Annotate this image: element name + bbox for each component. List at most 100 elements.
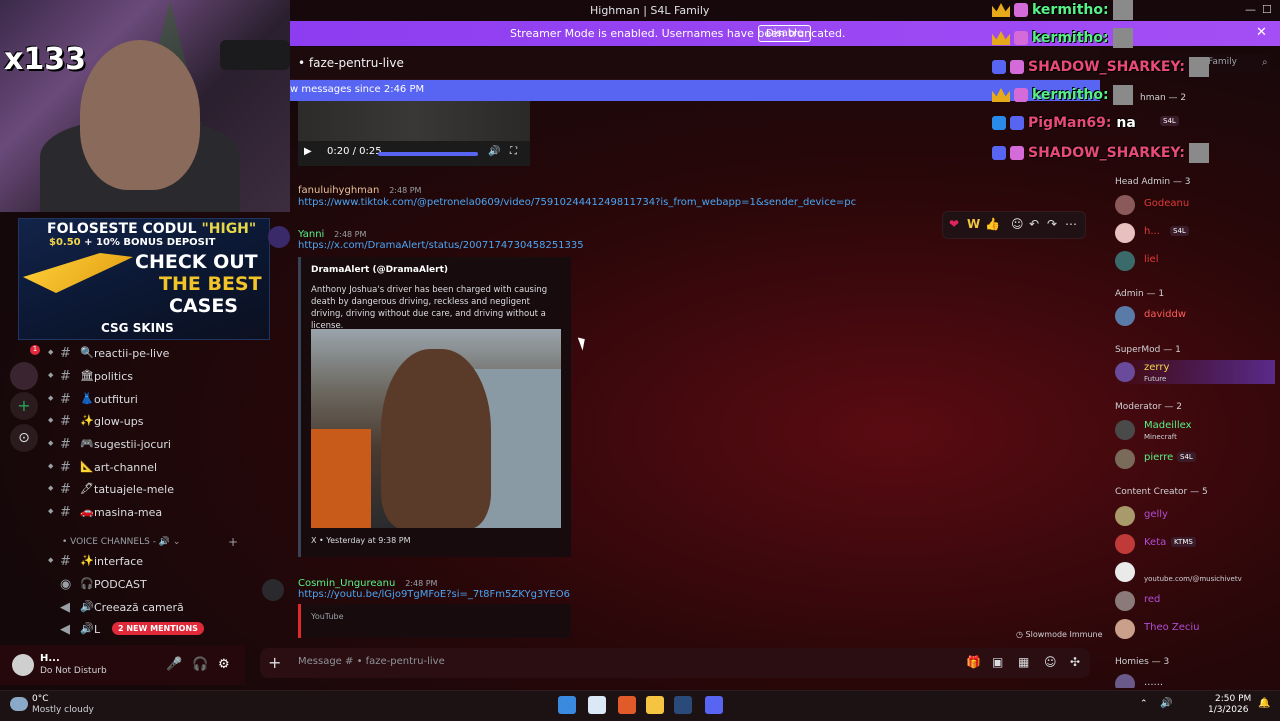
explore-icon[interactable]: ⊙ <box>10 424 38 452</box>
clock-date[interactable]: 1/3/2026 <box>1208 705 1248 715</box>
task-view-icon[interactable] <box>588 696 606 714</box>
member-row[interactable]: zerry Future <box>1115 360 1275 384</box>
member-row[interactable]: daviddw <box>1115 304 1275 328</box>
bot-icon <box>1010 60 1024 74</box>
apps-icon[interactable]: ✣ <box>1070 655 1080 669</box>
member-row[interactable]: gelly <box>1115 504 1275 528</box>
member-row[interactable]: Keta KTMS <box>1115 532 1275 556</box>
channel-item[interactable]: ◆ # 🔍 reactii-pe-live <box>48 343 248 365</box>
channel-item[interactable]: ◆ # 🏛 politics <box>48 366 248 388</box>
channel-emoji: 🔍 <box>80 346 94 359</box>
explorer-icon[interactable] <box>646 696 664 714</box>
member-row[interactable]: Godeanu <box>1115 193 1275 217</box>
message-input[interactable]: Message # • faze-pentru-live <box>298 656 445 667</box>
attach-icon[interactable]: + <box>268 653 281 672</box>
add-channel-icon[interactable]: + <box>228 535 238 549</box>
emoji-icon[interactable]: ☺ <box>1044 655 1057 669</box>
message-author[interactable]: Cosmin_Ungureanu <box>298 578 395 589</box>
notification-icon[interactable]: 🔔 <box>1258 698 1270 709</box>
w-reaction[interactable]: W <box>967 217 980 231</box>
minimize-icon[interactable]: — <box>1245 3 1256 16</box>
start-icon[interactable] <box>558 696 576 714</box>
maximize-icon[interactable]: ☐ <box>1262 3 1272 16</box>
avatar[interactable] <box>268 226 290 248</box>
channel-item[interactable]: ◆ # 🖋 tatuajele-mele <box>48 479 248 501</box>
clock-time[interactable]: 2:50 PM <box>1215 694 1251 704</box>
new-messages-bar[interactable]: w messages since 2:46 PM <box>290 80 1100 101</box>
member-name: zerry <box>1144 362 1170 373</box>
tray-chevron-icon[interactable]: ⌃ <box>1140 699 1148 709</box>
channel-item[interactable]: ◆ # 👗 outfituri <box>48 389 248 411</box>
settings-gear-icon[interactable]: ⚙ <box>218 657 230 672</box>
avatar <box>1115 195 1135 215</box>
voice-channel-item[interactable]: ◆ # ✨ interface <box>48 551 248 573</box>
embed-image[interactable] <box>311 329 561 528</box>
gift-icon[interactable]: 🎁 <box>966 655 981 669</box>
volume-tray-icon[interactable]: 🔊 <box>1160 698 1172 709</box>
heart-reaction[interactable]: ❤ <box>949 217 959 231</box>
member-row[interactable]: h... S4L <box>1115 221 1275 245</box>
voice-channel-item[interactable]: ◉ 🎧 PODCAST <box>48 574 248 596</box>
sticker-icon[interactable]: ▦ <box>1018 655 1029 669</box>
message-author[interactable]: fanuluihyghman <box>298 185 379 196</box>
sponsor-ad: FOLOSESTE CODUL "HIGH" $0.50 + 10% BONUS… <box>18 218 270 340</box>
reply-icon[interactable]: ↶ <box>1029 217 1039 231</box>
message-author[interactable]: Yanni <box>298 229 324 240</box>
brave-icon[interactable] <box>618 696 636 714</box>
video-player[interactable]: ▶ 0:20 / 0:25 🔊 ⛶ <box>298 101 530 166</box>
new-mentions-pill[interactable]: 2 NEW MENTIONS <box>112 622 204 635</box>
member-row[interactable]: red <box>1115 589 1275 613</box>
search-input[interactable]: Family <box>1208 57 1237 67</box>
deafen-icon[interactable]: 🎧 <box>192 657 208 672</box>
video-progress[interactable] <box>378 152 478 156</box>
voice-channel-item[interactable]: ◀ 🔊 Creează cameră <box>48 597 248 619</box>
avatar <box>1115 449 1135 469</box>
avatar[interactable] <box>12 654 34 676</box>
volume-icon[interactable]: 🔊 <box>488 146 500 157</box>
person <box>381 349 491 528</box>
message-link[interactable]: https://youtu.be/lGjo9TgMFoE?si=_7t8Fm5Z… <box>298 589 570 600</box>
knife-graphic <box>23 253 133 293</box>
thumbs-up-reaction[interactable]: 👍 <box>985 217 1000 231</box>
member-group-header: Moderator — 2 <box>1115 402 1182 412</box>
add-reaction-icon[interactable]: ☺ <box>1011 217 1024 231</box>
member-row[interactable]: youtube.com/@musichivetv <box>1115 560 1275 584</box>
podcast-icon: ◉ <box>60 577 72 592</box>
message-link[interactable]: https://www.tiktok.com/@petronela0609/vi… <box>298 197 856 208</box>
discord-icon[interactable] <box>705 696 723 714</box>
message-composer[interactable]: + Message # • faze-pentru-live 🎁 ▣ ▦ ☺ ✣ <box>260 648 1090 678</box>
channel-item[interactable]: ◆ # ✨ glow-ups <box>48 411 248 433</box>
add-server-icon[interactable]: + <box>10 392 38 420</box>
voice-channels-header[interactable]: • VOICE CHANNELS - 🔊 ⌄ + <box>62 535 238 549</box>
mute-icon[interactable]: 🎤 <box>166 657 182 672</box>
channel-item[interactable]: ◆ # 🚗 masina-mea <box>48 502 248 524</box>
youtube-label: YouTube <box>311 612 344 621</box>
gif-icon[interactable]: ▣ <box>992 655 1003 669</box>
close-banner-icon[interactable]: ✕ <box>1256 25 1267 40</box>
member-row[interactable]: pierre S4L <box>1115 447 1275 471</box>
forward-icon[interactable]: ↷ <box>1047 217 1057 231</box>
channel-name: tatuajele-mele <box>94 483 175 496</box>
avatar <box>1115 506 1135 526</box>
member-group-header: Head Admin — 3 <box>1115 177 1191 187</box>
member-row[interactable]: liel <box>1115 249 1275 273</box>
server-icon[interactable] <box>10 362 38 390</box>
channel-item[interactable]: ◆ # 📐 art-channel <box>48 457 248 479</box>
member-row[interactable]: Madeillex Minecraft <box>1115 418 1275 442</box>
disable-button[interactable]: Disable <box>758 25 812 42</box>
overlay-chat-line: kermitho: <box>992 28 1133 48</box>
member-row[interactable]: ...... <box>1115 672 1275 688</box>
play-icon[interactable]: ▶ <box>304 146 312 157</box>
microphone <box>220 40 290 70</box>
member-row[interactable]: Theo Zeciu <box>1115 617 1275 641</box>
weather-status[interactable]: Mostly cloudy <box>32 705 94 715</box>
channel-item[interactable]: ◆ # 🎮 sugestii-jocuri <box>48 434 248 456</box>
embed-author[interactable]: DramaAlert (@DramaAlert) <box>311 265 448 275</box>
more-icon[interactable]: ⋯ <box>1065 217 1077 231</box>
avatar[interactable] <box>262 579 284 601</box>
weather-temp[interactable]: 0°C <box>32 694 49 704</box>
steam-icon[interactable] <box>674 696 692 714</box>
message-link[interactable]: https://x.com/DramaAlert/status/20071747… <box>298 240 584 251</box>
video-time: 0:20 / 0:25 <box>327 146 382 157</box>
fullscreen-icon[interactable]: ⛶ <box>510 146 517 157</box>
